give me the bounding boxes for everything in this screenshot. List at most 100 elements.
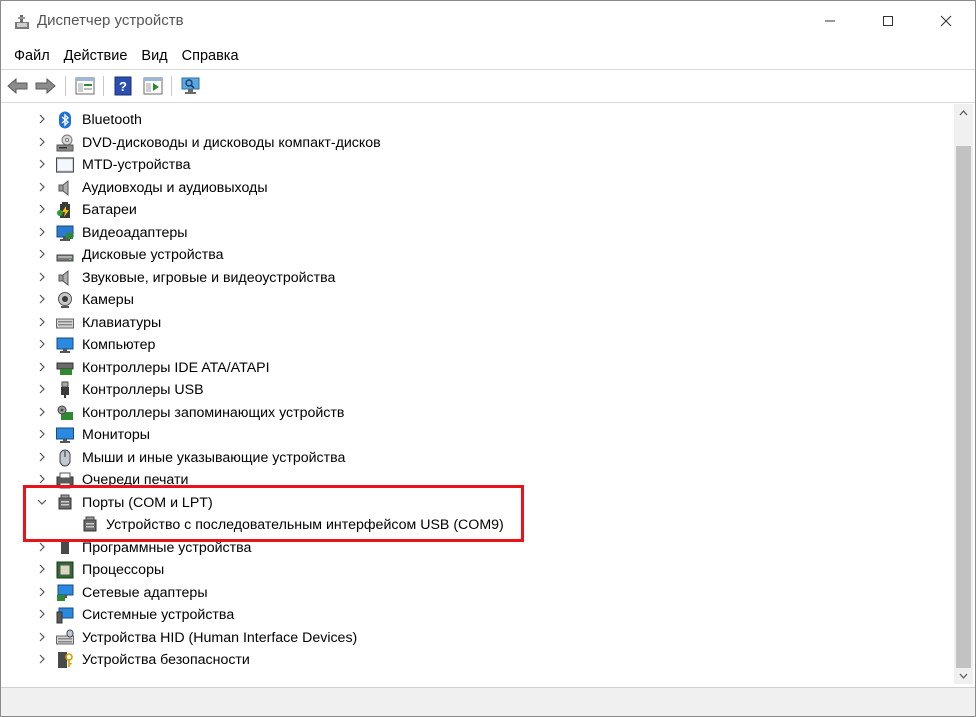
maximize-icon xyxy=(883,16,893,26)
tree-item-ide-controllers[interactable]: Контроллеры IDE ATA/ATAPI xyxy=(3,357,943,379)
tree-item-processors[interactable]: Процессоры xyxy=(3,559,943,581)
tree-item-network-adapters[interactable]: Сетевые адаптеры xyxy=(3,582,943,604)
chevron-right-icon[interactable] xyxy=(35,405,49,419)
forward-arrow-icon xyxy=(35,78,56,94)
help-icon: ? xyxy=(114,76,132,96)
software-device-icon xyxy=(61,539,69,554)
chevron-right-icon[interactable] xyxy=(35,652,49,666)
tree-item-system-devices[interactable]: Системные устройства xyxy=(3,604,943,626)
tree-item-label: Сетевые адаптеры xyxy=(82,584,208,601)
tree-item-label: Контроллеры запоминающих устройств xyxy=(82,404,345,421)
scroll-down-button[interactable] xyxy=(954,667,973,684)
tree-item-dvd-drives[interactable]: DVD-дисководы и дисководы компакт-дисков xyxy=(3,132,943,154)
chevron-right-icon[interactable] xyxy=(35,292,49,306)
ide-controller-icon xyxy=(56,362,74,375)
menu-file[interactable]: Файл xyxy=(1,43,57,67)
toolbar-separator xyxy=(171,76,172,96)
vertical-scrollbar[interactable] xyxy=(954,104,973,684)
minimize-button[interactable] xyxy=(801,1,859,41)
tree-item-label: Программные устройства xyxy=(82,539,252,556)
tree-item-audio-io[interactable]: Аудиовходы и аудиовыходы xyxy=(3,177,943,199)
chevron-right-icon[interactable] xyxy=(35,562,49,576)
tree-item-display-adapters[interactable]: Видеоадаптеры xyxy=(3,222,943,244)
update-driver-button[interactable] xyxy=(141,74,165,98)
maximize-button[interactable] xyxy=(859,1,917,41)
tree-item-ports[interactable]: Порты (COM и LPT) xyxy=(3,492,943,514)
tree-item-sound-devices[interactable]: Звуковые, игровые и видеоустройства xyxy=(3,267,943,289)
chevron-right-icon[interactable] xyxy=(35,157,49,171)
tree-item-label: DVD-дисководы и дисководы компакт-дисков xyxy=(82,134,381,151)
close-button[interactable] xyxy=(917,1,975,41)
scroll-up-button[interactable] xyxy=(954,104,973,121)
tree-item-cameras[interactable]: Камеры xyxy=(3,289,943,311)
audio-io-icon xyxy=(58,179,69,196)
tree-item-label: MTD-устройства xyxy=(82,157,191,173)
dvd-drive-icon xyxy=(56,134,74,151)
tree-item-batteries[interactable]: Батареи xyxy=(3,199,943,221)
chevron-right-icon[interactable] xyxy=(35,247,49,261)
chevron-right-icon[interactable] xyxy=(35,360,49,374)
chevron-right-icon[interactable] xyxy=(35,472,49,486)
chevron-right-icon[interactable] xyxy=(35,135,49,149)
chevron-right-icon[interactable] xyxy=(35,427,49,441)
chevron-right-icon[interactable] xyxy=(35,540,49,554)
chevron-right-icon[interactable] xyxy=(35,315,49,329)
properties-button[interactable] xyxy=(73,74,97,98)
menu-action[interactable]: Действие xyxy=(57,43,135,67)
chevron-right-icon[interactable] xyxy=(35,630,49,644)
tree-item-computer[interactable]: Компьютер xyxy=(3,334,943,356)
tree-item-label: Системные устройства xyxy=(82,607,235,623)
window-title: Диспетчер устройств xyxy=(37,12,184,29)
svg-text:?: ? xyxy=(119,79,127,94)
scroll-thumb[interactable] xyxy=(956,146,971,668)
chevron-right-icon[interactable] xyxy=(35,382,49,396)
chevron-right-icon[interactable] xyxy=(35,225,49,239)
tree-item-label: Камеры xyxy=(82,292,134,308)
processor-icon xyxy=(56,561,74,579)
tree-item-security-devices[interactable]: Устройства безопасности xyxy=(3,649,943,671)
chevron-right-icon[interactable] xyxy=(35,337,49,351)
minimize-icon xyxy=(825,20,835,22)
tree-item-mtd-devices[interactable]: MTD-устройства xyxy=(3,154,943,176)
tree-item-usb-serial-device[interactable]: Устройство с последовательным интерфейсо… xyxy=(3,514,943,536)
tree-item-label: Устройства HID (Human Interface Devices) xyxy=(82,629,358,646)
tree-item-usb-controllers[interactable]: Контроллеры USB xyxy=(3,379,943,401)
chevron-right-icon[interactable] xyxy=(35,180,49,194)
tree-item-keyboards[interactable]: Клавиатуры xyxy=(3,312,943,334)
tree-item-hid-devices[interactable]: Устройства HID (Human Interface Devices) xyxy=(3,627,943,649)
tree-item-label: Очереди печати xyxy=(82,472,189,488)
chevron-right-icon[interactable] xyxy=(35,112,49,126)
chevron-right-icon[interactable] xyxy=(35,607,49,621)
tree-item-label: Аудиовходы и аудиовыходы xyxy=(82,179,268,196)
status-bar xyxy=(1,687,975,716)
tree-item-label: Мыши и иные указывающие устройства xyxy=(82,449,346,466)
tree-item-print-queues[interactable]: Очереди печати xyxy=(3,469,943,491)
scan-hardware-button[interactable] xyxy=(179,74,203,98)
back-button[interactable] xyxy=(6,74,30,98)
title-bar: Диспетчер устройств xyxy=(1,1,975,41)
help-button[interactable]: ? xyxy=(111,74,135,98)
chevron-right-icon[interactable] xyxy=(35,202,49,216)
display-adapter-icon xyxy=(56,225,74,241)
tree-item-disk-drives[interactable]: Дисковые устройства xyxy=(3,244,943,266)
tree-item-mice[interactable]: Мыши и иные указывающие устройства xyxy=(3,447,943,469)
chevron-right-icon[interactable] xyxy=(35,270,49,284)
chevron-right-icon[interactable] xyxy=(35,450,49,464)
menu-view[interactable]: Вид xyxy=(134,43,174,67)
forward-button[interactable] xyxy=(33,74,57,98)
usb-controller-icon xyxy=(61,381,69,398)
battery-icon xyxy=(57,202,70,218)
tree-item-label: Контроллеры IDE ATA/ATAPI xyxy=(82,359,270,376)
tree-item-label: Компьютер xyxy=(82,337,156,353)
chevron-right-icon[interactable] xyxy=(35,585,49,599)
tree-item-bluetooth[interactable]: Bluetooth xyxy=(3,109,943,131)
device-manager-window: Диспетчер устройств Файл Действие Вид Сп… xyxy=(0,0,976,717)
tree-item-storage-controllers[interactable]: Контроллеры запоминающих устройств xyxy=(3,402,943,424)
menu-help[interactable]: Справка xyxy=(175,43,246,67)
security-device-icon xyxy=(58,652,73,668)
chevron-down-icon[interactable] xyxy=(35,495,49,509)
tree-item-monitors[interactable]: Мониторы xyxy=(3,424,943,446)
tree-item-software-devices[interactable]: Программные устройства xyxy=(3,537,943,559)
sound-device-icon xyxy=(58,269,69,286)
disk-drive-icon xyxy=(56,254,74,262)
